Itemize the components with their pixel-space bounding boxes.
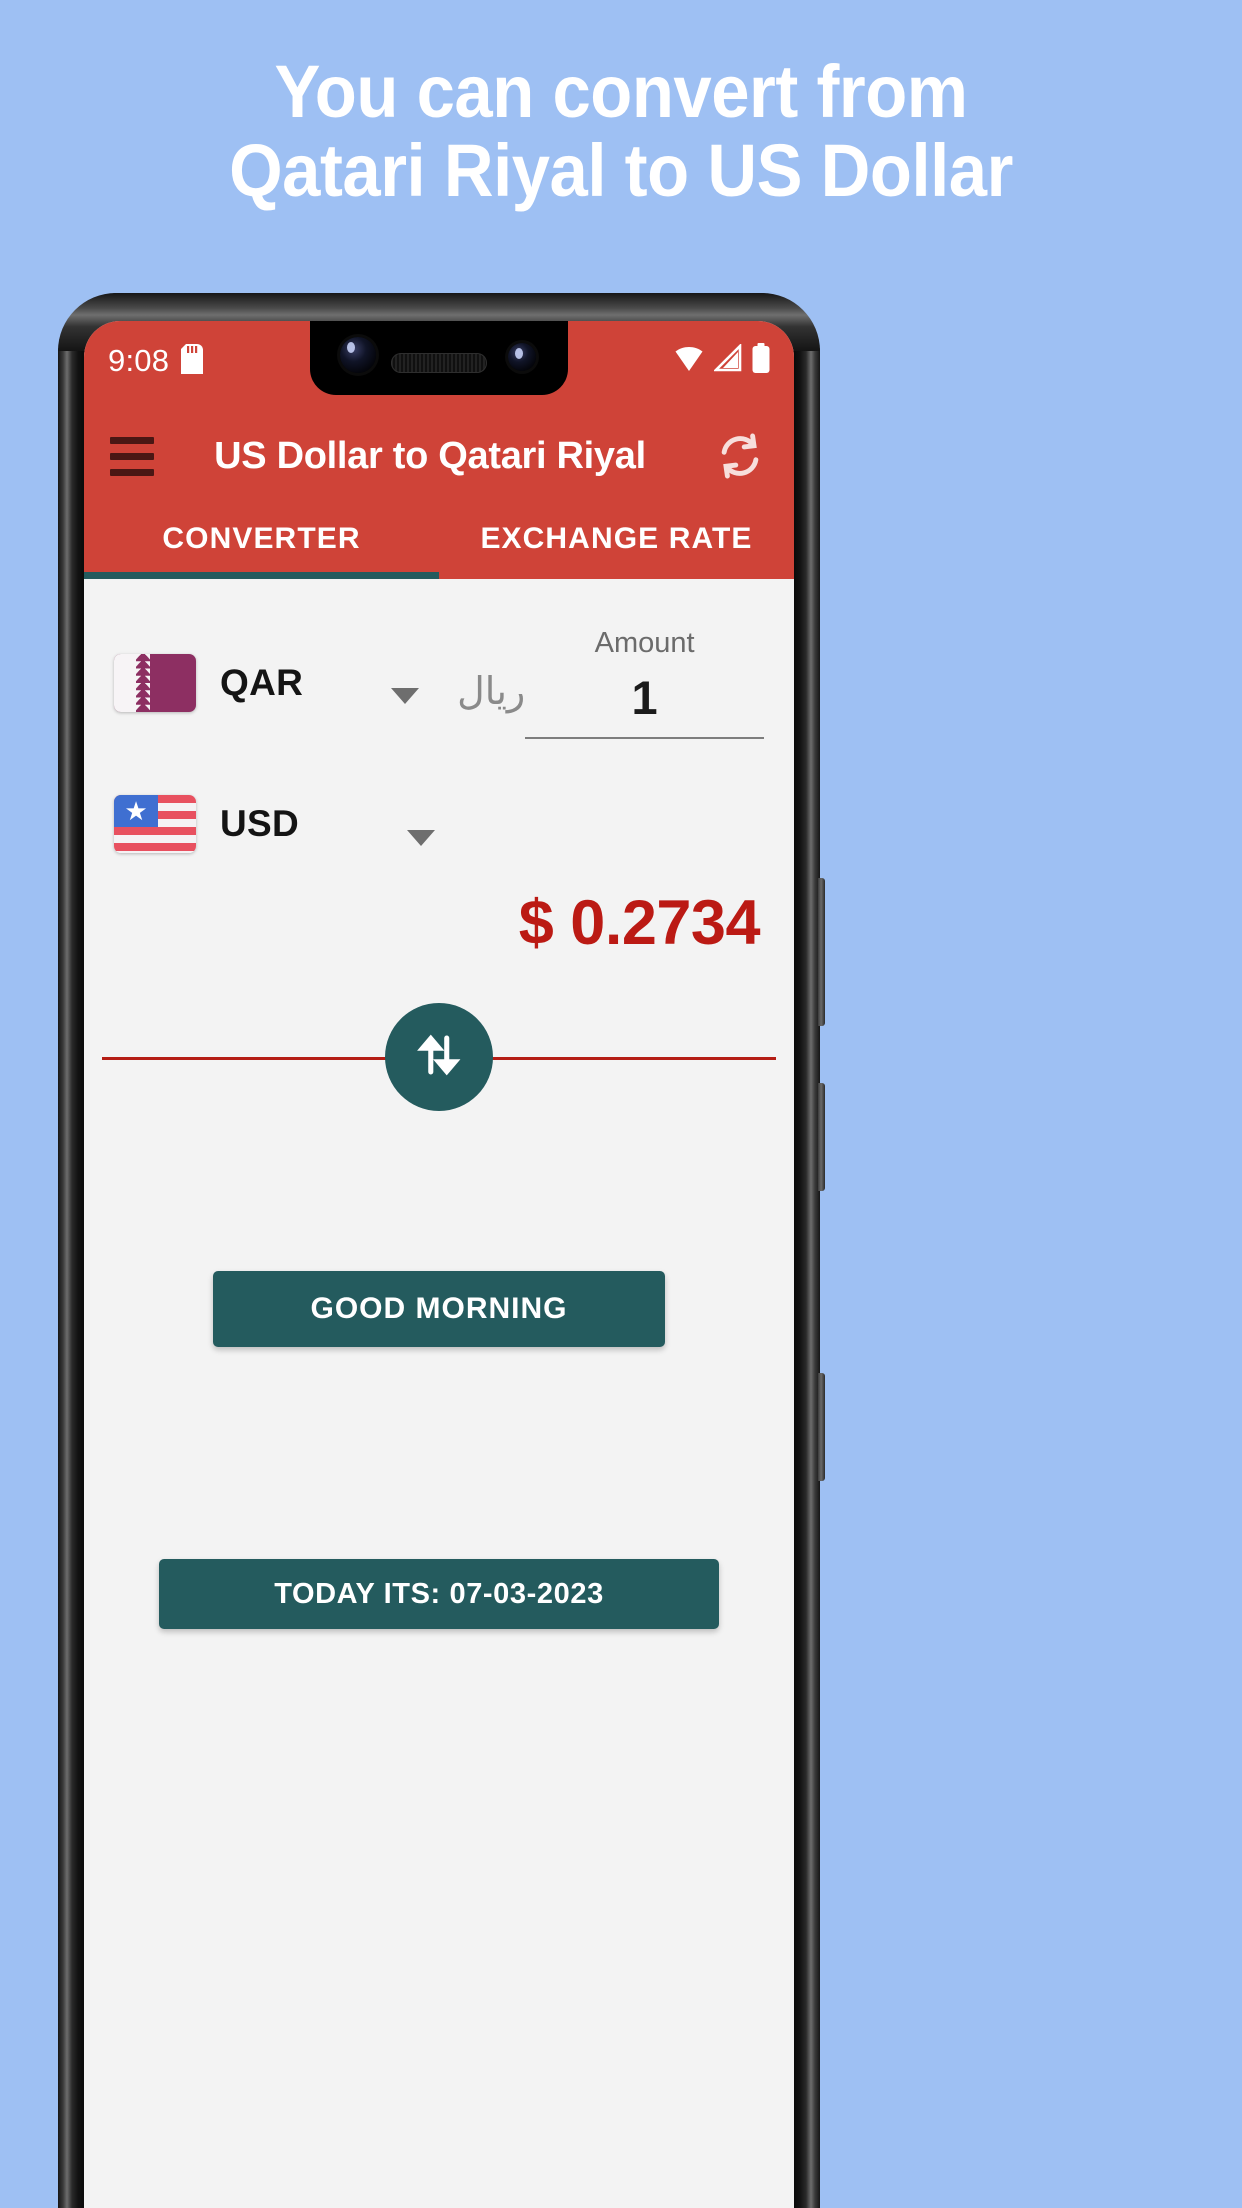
today-date-button[interactable]: TODAY ITS: 07-03-2023 bbox=[159, 1559, 719, 1629]
cell-signal-icon bbox=[712, 342, 742, 377]
greeting-button[interactable]: GOOD MORNING bbox=[213, 1271, 665, 1347]
secondary-camera-icon bbox=[508, 343, 536, 371]
earpiece-speaker bbox=[391, 353, 487, 373]
tab-converter[interactable]: CONVERTER bbox=[84, 499, 439, 579]
converted-result: $ 0.2734 bbox=[518, 888, 761, 958]
from-currency-symbol: ريال bbox=[457, 669, 526, 713]
volume-up-button[interactable] bbox=[818, 1083, 825, 1191]
volume-down-button[interactable] bbox=[818, 1373, 825, 1481]
status-bar: 9:08 bbox=[84, 321, 794, 413]
display-notch bbox=[310, 321, 568, 395]
tab-bar: CONVERTER EXCHANGE RATE bbox=[84, 499, 794, 579]
usa-flag-icon: ★ bbox=[114, 795, 196, 853]
swap-divider-group bbox=[84, 1003, 794, 1111]
status-bar-left: 9:08 bbox=[108, 343, 204, 379]
wifi-icon bbox=[674, 344, 704, 377]
from-currency-row: QAR ريال Amount 1 bbox=[84, 579, 794, 739]
status-bar-clock: 9:08 bbox=[108, 343, 170, 378]
from-currency-code: QAR bbox=[220, 662, 304, 703]
promo-headline: You can convert from Qatari Riyal to US … bbox=[229, 50, 1013, 213]
sd-card-icon bbox=[181, 343, 204, 379]
app-bar: US Dollar to Qatari Riyal bbox=[84, 413, 794, 499]
to-currency-row: ★ USD bbox=[84, 739, 794, 853]
amount-input-underline bbox=[525, 737, 764, 739]
phone-screen: 9:08 US Dollar to Qatari Riyal CONVERTER… bbox=[84, 321, 794, 2208]
phone-device-frame: 9:08 US Dollar to Qatari Riyal CONVERTER… bbox=[58, 293, 825, 2208]
converter-panel: QAR ريال Amount 1 ★ USD $ 0.2734 GOOD MO… bbox=[84, 579, 794, 2208]
refresh-sync-icon[interactable] bbox=[712, 428, 768, 484]
swap-up-down-arrows-icon bbox=[410, 1026, 468, 1089]
amount-label: Amount bbox=[594, 627, 695, 659]
to-currency-chevron-down-icon[interactable] bbox=[407, 830, 436, 846]
from-currency-chevron-down-icon[interactable] bbox=[391, 688, 420, 704]
status-bar-right bbox=[674, 342, 770, 378]
battery-icon bbox=[752, 343, 770, 378]
front-camera-icon bbox=[340, 337, 376, 373]
to-currency-code: USD bbox=[220, 803, 300, 844]
swap-currencies-button[interactable] bbox=[385, 1003, 493, 1111]
tab-exchange-rate[interactable]: EXCHANGE RATE bbox=[439, 499, 794, 579]
page-title: US Dollar to Qatari Riyal bbox=[214, 434, 646, 477]
amount-input[interactable]: 1 bbox=[525, 670, 764, 737]
amount-field-group: Amount 1 bbox=[525, 627, 764, 739]
qatar-flag-icon bbox=[114, 654, 196, 712]
tab-active-indicator bbox=[84, 572, 439, 579]
power-button[interactable] bbox=[818, 878, 825, 1026]
